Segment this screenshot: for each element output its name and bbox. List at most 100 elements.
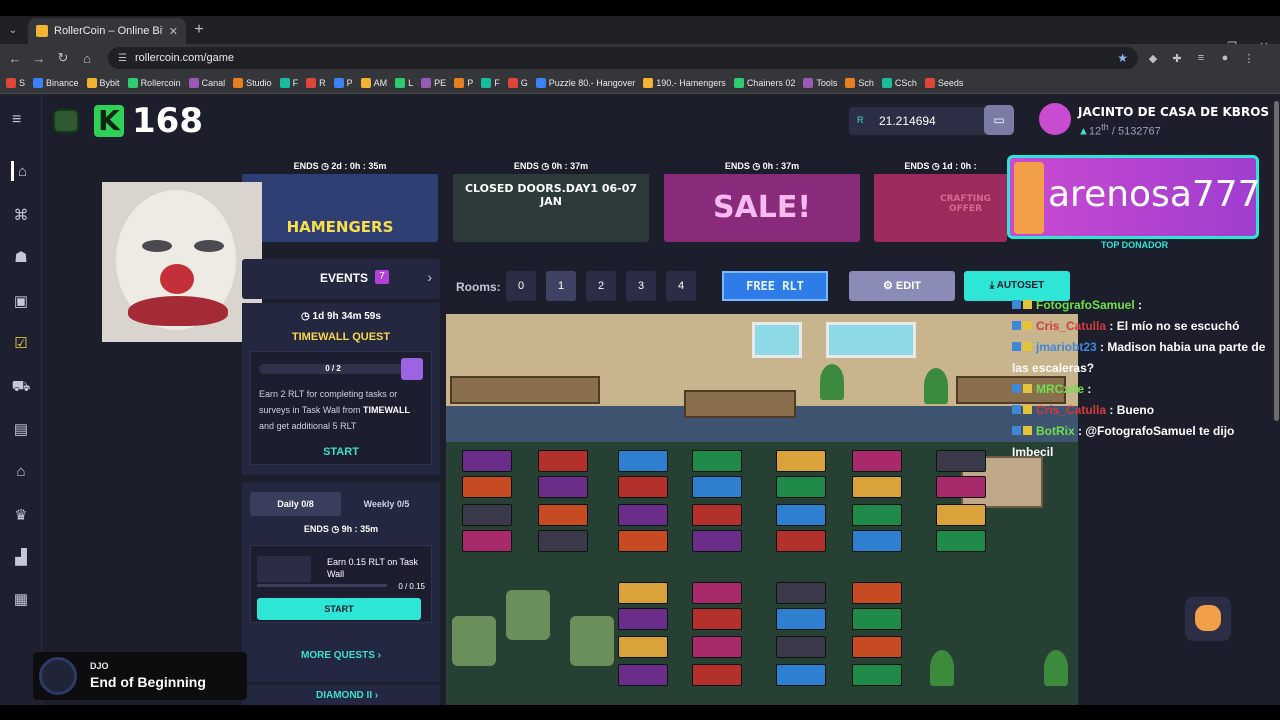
bookmark-item[interactable]: 190.- Hamengers [643,77,726,88]
news-nav-icon[interactable]: ▦ [11,589,31,609]
chat-username[interactable]: Cris_Catulla [1036,403,1106,417]
reload-icon[interactable]: ↻ [54,50,72,66]
chat-username[interactable]: Cris_Catulla [1036,319,1106,333]
games-nav-icon[interactable]: ⌘ [11,205,31,225]
miner-item[interactable] [692,582,742,604]
miner-item[interactable] [776,608,826,630]
event-banner-crafting[interactable]: ENDS ◷ 1d : 0h : CRAFTING OFFER [874,158,1007,242]
miner-item[interactable] [692,530,742,552]
cat-helper-button[interactable] [1185,597,1231,641]
bookmark-item[interactable]: S [6,77,25,88]
home-nav-icon[interactable]: ⌂ [11,161,31,181]
miner-item[interactable] [618,530,668,552]
miner-item[interactable] [852,530,902,552]
miner-item[interactable] [618,664,668,686]
bookmark-item[interactable]: Studio [233,77,272,88]
bookmark-star-icon[interactable]: ★ [1117,51,1128,65]
bookmark-item[interactable]: Bybit [86,77,120,88]
miner-item[interactable] [936,530,986,552]
bookmark-item[interactable]: Seeds [924,77,963,88]
miner-item[interactable] [776,504,826,526]
wallet-button[interactable]: ▭ [984,105,1014,135]
factory-nav-icon[interactable]: ▟ [11,547,31,567]
miner-item[interactable] [852,664,902,686]
miner-item[interactable] [692,476,742,498]
miner-item[interactable] [776,636,826,658]
bookmark-item[interactable]: P [454,77,473,88]
miner-item[interactable] [692,664,742,686]
room-button-2[interactable]: 2 [586,271,616,301]
miner-item[interactable] [936,450,986,472]
miner-item[interactable] [776,530,826,552]
miner-item[interactable] [692,504,742,526]
bookmark-item[interactable]: G [507,77,528,88]
username[interactable]: JACINTO DE CASA DE KBROS [1078,105,1269,119]
miner-item[interactable] [462,476,512,498]
miner-item[interactable] [776,476,826,498]
address-bar[interactable]: ☰ rollercoin.com/game ★ [108,47,1138,69]
miner-item[interactable] [538,450,588,472]
site-info-icon[interactable]: ☰ [118,53,127,64]
miner-item[interactable] [618,504,668,526]
marketplace-nav-icon[interactable]: ▤ [11,419,31,439]
miner-item[interactable] [776,450,826,472]
free-rlt-button[interactable]: FREE RLT [722,271,828,301]
tab-daily[interactable]: Daily 0/8 [250,492,341,516]
bookmark-item[interactable]: P [333,77,353,88]
miner-item[interactable] [462,450,512,472]
room-button-3[interactable]: 3 [626,271,656,301]
miner-item[interactable] [692,608,742,630]
miner-item[interactable] [618,476,668,498]
bookmark-item[interactable]: F [279,77,298,88]
miner-item[interactable] [618,450,668,472]
tab-close-icon[interactable]: ✕ [169,25,178,38]
scrollbar-thumb[interactable] [1274,101,1279,421]
miner-item[interactable] [618,582,668,604]
events-header[interactable]: EVENTS 7 › [242,259,440,299]
miner-item[interactable] [852,504,902,526]
storage-nav-icon[interactable]: ▣ [11,291,31,311]
miner-item[interactable] [618,636,668,658]
rewards-nav-icon[interactable]: ☗ [11,247,31,267]
miner-item[interactable] [852,608,902,630]
room-button-0[interactable]: 0 [506,271,536,301]
miner-item[interactable] [692,636,742,658]
bank-nav-icon[interactable]: ⌂ [11,461,31,481]
trophy-nav-icon[interactable]: ♛ [11,505,31,525]
chat-username[interactable]: FotografoSamuel [1036,298,1135,312]
extension-icon[interactable]: ◆ [1144,51,1162,65]
miner-item[interactable] [776,664,826,686]
shop-nav-icon[interactable]: ⛟ [11,377,31,397]
chat-username[interactable]: jmariobt23 [1036,340,1097,354]
event-banner-hamengers[interactable]: ENDS ◷ 2d : 0h : 35m HAMENGERS [242,158,438,242]
bookmark-item[interactable]: AM [360,77,387,88]
miner-item[interactable] [936,476,986,498]
bookmark-item[interactable]: PE [421,77,446,88]
miner-item[interactable] [936,504,986,526]
miner-item[interactable] [618,608,668,630]
bookmark-item[interactable]: Tools [803,77,837,88]
miner-item[interactable] [852,582,902,604]
diamond-league-link[interactable]: DIAMOND II › [242,685,440,705]
back-icon[interactable]: ← [6,51,24,66]
new-tab-button[interactable]: + [186,21,212,39]
miner-item[interactable] [462,504,512,526]
extensions-puzzle-icon[interactable]: ✚ [1168,51,1186,65]
miner-item[interactable] [852,450,902,472]
bookmark-item[interactable]: L [395,77,413,88]
bookmark-item[interactable]: CSch [881,77,917,88]
miner-item[interactable] [852,476,902,498]
event-banner-sale[interactable]: ENDS ◷ 0h : 37m SALE! [664,158,860,242]
room-button-4[interactable]: 4 [666,271,696,301]
browser-tab[interactable]: RollerCoin – Online Bitcoin Mi ✕ [28,18,186,44]
tab-weekly[interactable]: Weekly 0/5 [341,492,432,516]
bookmark-item[interactable]: Canal [188,77,225,88]
hamburger-menu-icon[interactable]: ≡ [12,111,21,129]
home-icon[interactable]: ⌂ [78,51,96,66]
miner-item[interactable] [462,530,512,552]
edit-room-button[interactable]: ⚙ EDIT [849,271,955,301]
daily-start-button[interactable]: START [257,598,421,620]
forward-icon[interactable]: → [30,51,48,66]
quest-start-button[interactable]: START [251,446,431,458]
chat-username[interactable]: MRCxde [1036,382,1084,396]
